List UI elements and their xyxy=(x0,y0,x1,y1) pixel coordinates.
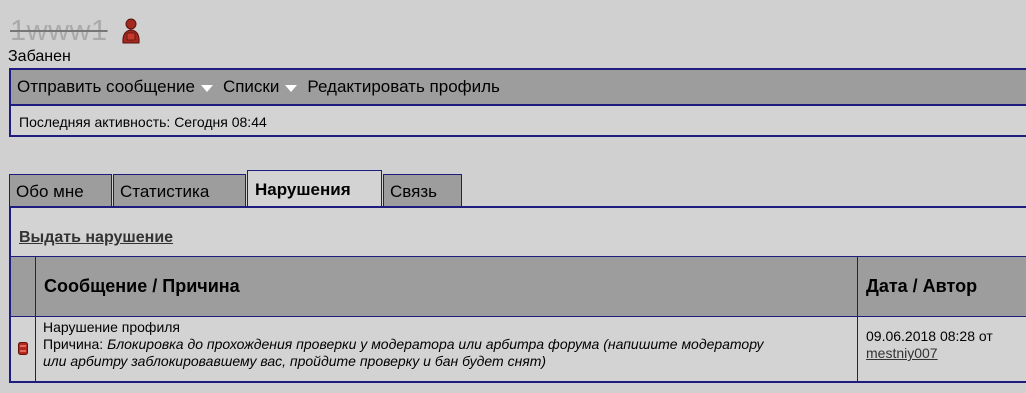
table-header: Сообщение / Причина Дата / Автор xyxy=(11,257,1026,317)
tab-infractions-label: Нарушения xyxy=(255,179,351,199)
send-message-menu[interactable]: Отправить сообщение xyxy=(17,77,213,97)
lists-menu[interactable]: Списки xyxy=(222,77,298,97)
username-row: 1www1 xyxy=(10,12,142,50)
username: 1www1 xyxy=(10,14,108,47)
profile-menu: Отправить сообщение Списки Редактировать… xyxy=(11,70,1026,106)
infractions-panel: Выдать нарушение Сообщение / Причина Дат… xyxy=(9,206,1026,383)
infractions-table: Сообщение / Причина Дата / Автор Нарушен… xyxy=(11,256,1026,383)
dropdown-arrow-icon xyxy=(285,84,298,92)
red-infraction-icon xyxy=(18,341,28,358)
author-link[interactable]: mestniy007 xyxy=(866,345,938,361)
edit-profile-label: Редактировать профиль xyxy=(307,77,500,96)
infraction-title: Нарушение профиля xyxy=(43,319,181,335)
dropdown-arrow-icon xyxy=(200,84,213,92)
tab-about[interactable]: Обо мне xyxy=(9,174,112,208)
edit-profile-link[interactable]: Редактировать профиль xyxy=(307,77,500,97)
tab-infractions[interactable]: Нарушения xyxy=(247,170,382,208)
tab-statistics-label: Статистика xyxy=(120,181,210,201)
last-activity: Последняя активность: Сегодня 08:44 xyxy=(19,113,267,130)
user-title: Забанен xyxy=(8,48,71,65)
tab-statistics[interactable]: Статистика xyxy=(113,174,246,208)
profile-tabs: Обо мне Статистика Нарушения Связь xyxy=(9,170,463,208)
profile-box: Отправить сообщение Списки Редактировать… xyxy=(9,68,1026,137)
reason-text-line2: или арбитру заблокировавшему вас, пройди… xyxy=(43,353,547,369)
infraction-reason: Причина: Блокировка до прохождения прове… xyxy=(43,336,853,353)
infraction-date-cell: 09.06.2018 08:28 от mestniy007 xyxy=(866,317,1026,393)
header-message-reason: Сообщение / Причина xyxy=(44,276,240,296)
reason-label: Причина: xyxy=(43,336,108,352)
banned-user-icon xyxy=(120,18,142,44)
lists-label: Списки xyxy=(222,77,280,96)
send-message-label: Отправить сообщение xyxy=(17,77,195,96)
tab-contact[interactable]: Связь xyxy=(383,174,462,208)
reason-text-line1: Блокировка до прохождения проверки у мод… xyxy=(107,336,764,352)
header-date-author: Дата / Автор xyxy=(866,276,978,296)
infraction-icon-cell xyxy=(11,317,35,382)
infraction-message-cell: Нарушение профиля Причина: Блокировка до… xyxy=(43,317,853,384)
infraction-date: 09.06.2018 08:28 от xyxy=(866,328,993,344)
tab-about-label: Обо мне xyxy=(16,181,84,201)
tab-contact-label: Связь xyxy=(390,181,437,201)
table-row: Нарушение профиля Причина: Блокировка до… xyxy=(11,317,1026,382)
give-infraction-link[interactable]: Выдать нарушение xyxy=(19,229,173,247)
